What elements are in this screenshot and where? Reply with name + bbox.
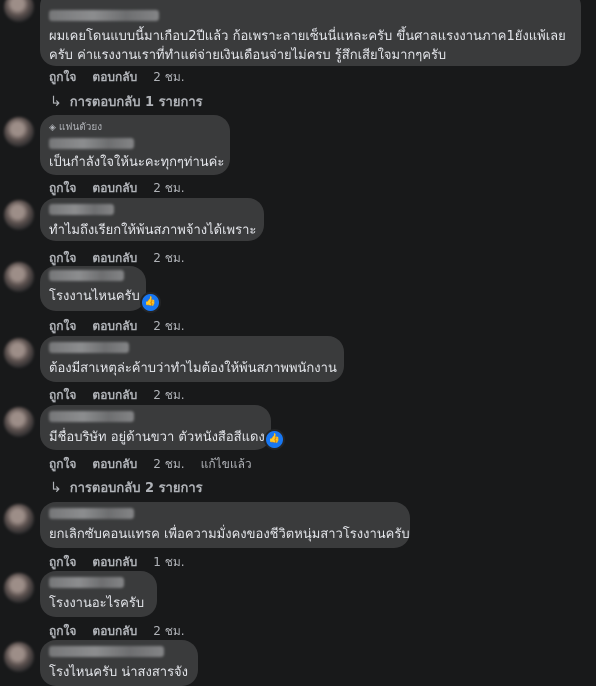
commenter-name-blurred[interactable] bbox=[49, 138, 134, 149]
reply-button[interactable]: ตอบกลับ bbox=[92, 386, 137, 405]
comment-text-line: มีชื่อบริษัท อยู่ด้านขวา ตัวหนังสือสีแดง bbox=[49, 430, 265, 445]
avatar[interactable] bbox=[4, 407, 34, 437]
comment-bubble: ยกเลิกซับคอนแทรค เพื่อความมั่งคงของชีวิต… bbox=[40, 502, 410, 548]
like-button[interactable]: ถูกใจ bbox=[49, 68, 76, 87]
commenter-name-blurred[interactable] bbox=[49, 270, 124, 281]
reply-button[interactable]: ตอบกลับ bbox=[92, 179, 137, 198]
comment-text-line: ผมเคยโดนแบบนี้มาเกือบ2ปีแล้ว ก้อเพราะลาย… bbox=[49, 29, 566, 44]
like-button[interactable]: ถูกใจ bbox=[49, 622, 76, 641]
comment-bubble: โรงงานอะไรครับ bbox=[40, 571, 157, 617]
reply-button[interactable]: ตอบกลับ bbox=[92, 68, 137, 87]
diamond-icon: ◈ bbox=[49, 122, 56, 133]
timestamp[interactable]: 2 ชม. bbox=[153, 317, 184, 336]
comment-actions: ถูกใจ ตอบกลับ 2 ชม. bbox=[49, 68, 201, 87]
comment-text-line: เป็นกำลังใจให้นะคะทุกๆท่านค่ะ bbox=[49, 155, 225, 170]
avatar[interactable] bbox=[4, 200, 34, 230]
comment-text-line: ต้องมีสาเหตุล่ะค้าบว่าทำไมต้องให้พ้นสภาพ… bbox=[49, 361, 337, 376]
badge-label: แฟนตัวยง bbox=[58, 122, 103, 133]
comment-actions: ถูกใจ ตอบกลับ 2 ชม. bbox=[49, 386, 201, 405]
comment-actions: ถูกใจ ตอบกลับ 2 ชม. แก้ไขแล้ว bbox=[49, 455, 268, 474]
commenter-name-blurred[interactable] bbox=[49, 10, 159, 21]
commenter-name-blurred[interactable] bbox=[49, 508, 134, 519]
commenter-name-blurred[interactable] bbox=[49, 204, 114, 215]
comment-bubble: มีชื่อบริษัท อยู่ด้านขวา ตัวหนังสือสีแดง bbox=[40, 405, 271, 450]
comment-actions: ถูกใจ ตอบกลับ 1 ชม. bbox=[49, 553, 201, 572]
edited-label: แก้ไขแล้ว bbox=[200, 457, 252, 471]
like-button[interactable]: ถูกใจ bbox=[49, 179, 76, 198]
comment-text-line: โรงงานอะไรครับ bbox=[49, 596, 145, 611]
comment-bubble: ทำไมถึงเรียกให้พ้นสภาพจ้างได้เพราะ bbox=[40, 198, 264, 241]
commenter-name-blurred[interactable] bbox=[49, 342, 129, 353]
replies-count-label: การตอบกลับ 2 รายการ bbox=[69, 481, 203, 496]
reply-arrow-icon: ↳ bbox=[50, 93, 62, 110]
comment-text-line: ทำไมถึงเรียกให้พ้นสภาพจ้างได้เพราะ bbox=[49, 223, 257, 238]
comment-bubble: โรงงานไหนครับ bbox=[40, 266, 146, 311]
comment-text-line: ครับ ค่าแรงงานเราที่ทำแต่จ่ายเงินเดือนจ่… bbox=[49, 48, 447, 63]
comment-text-line: โรงงานไหนครับ bbox=[49, 289, 140, 304]
timestamp[interactable]: 2 ชม. bbox=[153, 68, 184, 87]
avatar[interactable] bbox=[4, 0, 34, 22]
view-replies-link[interactable]: ↳ การตอบกลับ 2 รายการ bbox=[50, 477, 203, 498]
commenter-name-blurred[interactable] bbox=[49, 646, 164, 657]
comment-text-line: ยกเลิกซับคอนแทรค เพื่อความมั่งคงของชีวิต… bbox=[49, 527, 410, 542]
reply-button[interactable]: ตอบกลับ bbox=[92, 553, 137, 572]
comment-actions: ถูกใจ ตอบกลับ 2 ชม. bbox=[49, 179, 201, 198]
view-replies-link[interactable]: ↳ การตอบกลับ 1 รายการ bbox=[50, 91, 203, 112]
like-button[interactable]: ถูกใจ bbox=[49, 317, 76, 336]
avatar[interactable] bbox=[4, 262, 34, 292]
timestamp[interactable]: 2 ชม. bbox=[153, 455, 184, 474]
comment-bubble: ต้องมีสาเหตุล่ะค้าบว่าทำไมต้องให้พ้นสภาพ… bbox=[40, 336, 344, 382]
reply-button[interactable]: ตอบกลับ bbox=[92, 317, 137, 336]
timestamp[interactable]: 2 ชม. bbox=[153, 249, 184, 268]
like-button[interactable]: ถูกใจ bbox=[49, 455, 76, 474]
avatar[interactable] bbox=[4, 338, 34, 368]
avatar[interactable] bbox=[4, 642, 34, 672]
replies-count-label: การตอบกลับ 1 รายการ bbox=[69, 95, 203, 110]
like-button[interactable]: ถูกใจ bbox=[49, 386, 76, 405]
commenter-name-blurred[interactable] bbox=[49, 577, 124, 588]
avatar[interactable] bbox=[4, 117, 34, 147]
comment-actions: ถูกใจ ตอบกลับ 2 ชม. bbox=[49, 622, 201, 641]
reply-arrow-icon: ↳ bbox=[50, 479, 62, 496]
reply-button[interactable]: ตอบกลับ bbox=[92, 455, 137, 474]
comment-actions: ถูกใจ ตอบกลับ 2 ชม. bbox=[49, 317, 201, 336]
reply-button[interactable]: ตอบกลับ bbox=[92, 622, 137, 641]
timestamp[interactable]: 2 ชม. bbox=[153, 386, 184, 405]
timestamp[interactable]: 2 ชม. bbox=[153, 622, 184, 641]
timestamp[interactable]: 2 ชม. bbox=[153, 179, 184, 198]
comment-bubble: โรงไหนครับ น่าสงสารจัง bbox=[40, 640, 198, 686]
comment-bubble: ◈ แฟนตัวยง เป็นกำลังใจให้นะคะทุกๆท่านค่ะ bbox=[40, 115, 230, 175]
thumbs-up-icon[interactable]: 👍 bbox=[140, 292, 161, 313]
commenter-name-blurred[interactable] bbox=[49, 411, 134, 422]
like-button[interactable]: ถูกใจ bbox=[49, 553, 76, 572]
top-fan-badge: ◈ แฟนตัวยง bbox=[49, 120, 218, 135]
thumbs-up-icon[interactable]: 👍 bbox=[264, 429, 285, 450]
comment-bubble: ผมเคยโดนแบบนี้มาเกือบ2ปีแล้ว ก้อเพราะลาย… bbox=[40, 0, 581, 66]
comment-text-line: โรงไหนครับ น่าสงสารจัง bbox=[49, 665, 189, 680]
timestamp[interactable]: 1 ชม. bbox=[153, 553, 184, 572]
avatar[interactable] bbox=[4, 504, 34, 534]
avatar[interactable] bbox=[4, 573, 34, 603]
